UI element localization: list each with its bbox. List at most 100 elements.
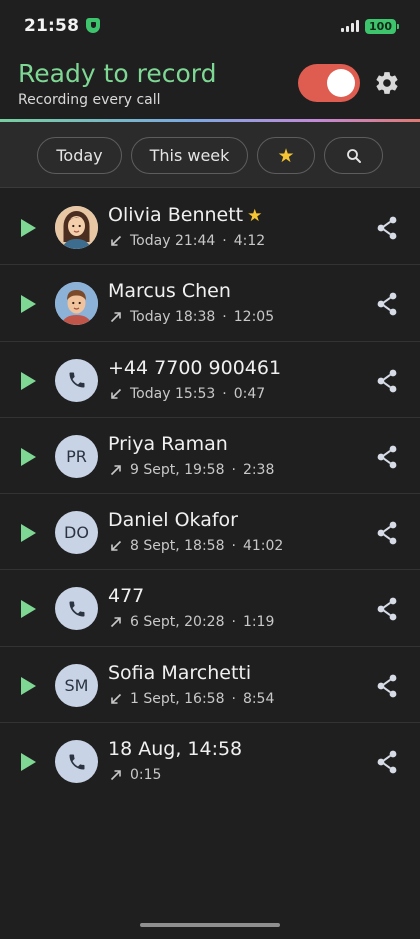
contact-name-text: 18 Aug, 14:58	[108, 738, 243, 761]
home-indicator[interactable]	[140, 923, 280, 927]
contact-name-text: Priya Raman	[108, 432, 228, 455]
call-duration: 0:15	[130, 767, 162, 784]
toggle-knob	[327, 69, 355, 97]
avatar[interactable]	[55, 587, 98, 631]
outgoing-call-icon	[110, 617, 121, 628]
avatar[interactable]: SM	[55, 663, 98, 707]
call-row[interactable]: Marcus Chen Today 18:38 · 12:05	[0, 265, 420, 342]
call-time: Today 15:53	[130, 385, 216, 402]
app-header: Ready to record Recording every call	[0, 56, 420, 120]
outgoing-call-icon	[110, 312, 121, 323]
call-meta: 8 Sept, 18:58 · 41:02	[110, 538, 283, 554]
filter-bar: Today This week ★	[0, 122, 420, 188]
call-row[interactable]: DO Daniel Okafor 8 Sept, 18:58 · 41:02	[0, 494, 420, 571]
signal-icon	[341, 20, 360, 32]
avatar-initials: PR	[66, 446, 87, 466]
share-icon[interactable]	[375, 596, 399, 622]
play-icon[interactable]	[21, 753, 36, 772]
filter-this-week-chip[interactable]: This week	[131, 137, 248, 174]
play-icon[interactable]	[21, 371, 36, 390]
call-meta: Today 21:44 · 4:12	[110, 233, 265, 249]
meta-separator: ·	[222, 233, 227, 249]
contact-photo	[55, 282, 98, 326]
contact-name: Olivia Bennett ★	[108, 204, 262, 226]
contact-name-text: Sofia Marchetti	[108, 661, 252, 684]
meta-separator: ·	[222, 309, 227, 326]
incoming-call-icon	[111, 693, 122, 704]
call-time: 9 Sept, 19:58	[130, 461, 225, 478]
call-duration: 1:19	[242, 614, 275, 631]
call-row[interactable]: Olivia Bennett ★ Today 21:44 · 4:12	[0, 189, 420, 266]
share-icon[interactable]	[375, 291, 399, 317]
search-icon	[346, 148, 361, 163]
incoming-call-icon	[111, 388, 122, 399]
avatar[interactable]: DO	[55, 511, 98, 555]
phone-icon	[69, 372, 84, 388]
contact-name: +44 7700 900461	[108, 357, 281, 379]
status-icons: 100	[341, 18, 399, 34]
filter-today-chip[interactable]: Today	[37, 137, 122, 174]
shield-icon	[86, 17, 101, 33]
phone-icon	[69, 601, 84, 617]
call-row[interactable]: +44 7700 900461 Today 15:53 · 0:47	[0, 342, 420, 418]
call-row[interactable]: 18 Aug, 14:58 0:15	[0, 723, 420, 799]
call-meta: 6 Sept, 20:28 · 1:19	[110, 614, 274, 630]
incoming-call-icon	[111, 235, 122, 246]
play-icon[interactable]	[21, 447, 36, 466]
contact-name-text: Marcus Chen	[108, 280, 231, 303]
share-icon[interactable]	[375, 749, 399, 775]
incoming-call-icon	[111, 541, 122, 551]
call-duration: 41:02	[242, 538, 284, 555]
call-row[interactable]: SM Sofia Marchetti 1 Sept, 16:58 · 8:54	[0, 647, 420, 724]
contact-name-text: +44 7700 900461	[108, 356, 282, 379]
avatar-initials: DO	[64, 523, 89, 543]
recording-toggle[interactable]	[298, 64, 360, 102]
share-icon[interactable]	[375, 444, 399, 470]
share-icon[interactable]	[375, 215, 399, 241]
play-icon[interactable]	[21, 524, 36, 543]
play-icon[interactable]	[21, 600, 36, 619]
call-duration: 4:12	[233, 233, 266, 249]
avatar[interactable]	[55, 206, 98, 249]
call-meta: 1 Sept, 16:58 · 8:54	[110, 691, 274, 707]
contact-name: Priya Raman	[108, 433, 228, 455]
play-icon[interactable]	[21, 676, 36, 695]
contact-name-text: Daniel Okafor	[108, 509, 238, 532]
avatar[interactable]: PR	[55, 434, 98, 478]
meta-separator: ·	[231, 538, 236, 555]
avatar[interactable]	[55, 358, 98, 402]
call-duration: 2:38	[242, 461, 275, 478]
status-time: 21:58	[24, 16, 80, 36]
play-icon[interactable]	[21, 295, 36, 314]
play-icon[interactable]	[21, 219, 36, 237]
star-icon: ★	[247, 206, 263, 226]
share-icon[interactable]	[375, 520, 399, 546]
call-meta: 9 Sept, 19:58 · 2:38	[110, 462, 274, 478]
call-duration: 0:47	[233, 385, 266, 402]
meta-separator: ·	[231, 690, 236, 707]
outgoing-call-icon	[110, 770, 121, 781]
call-row[interactable]: 477 6 Sept, 20:28 · 1:19	[0, 570, 420, 647]
contact-name: 18 Aug, 14:58	[108, 738, 242, 760]
call-time: 8 Sept, 18:58	[130, 538, 225, 555]
call-duration: 12:05	[233, 309, 275, 326]
call-row[interactable]: PR Priya Raman 9 Sept, 19:58 · 2:38	[0, 418, 420, 495]
battery-icon: 100	[365, 18, 399, 34]
avatar[interactable]	[55, 740, 98, 784]
gear-icon[interactable]	[374, 70, 400, 96]
contact-name: Sofia Marchetti	[108, 662, 251, 684]
call-time: 1 Sept, 16:58	[130, 690, 225, 707]
contact-name: 477	[108, 585, 144, 607]
avatar-initials: SM	[64, 675, 89, 695]
meta-separator: ·	[222, 385, 227, 402]
filter-starred-chip[interactable]: ★	[257, 137, 315, 174]
star-icon: ★	[277, 144, 295, 167]
share-icon[interactable]	[375, 673, 399, 699]
avatar[interactable]	[55, 282, 98, 326]
contact-name-text: 477	[108, 585, 145, 608]
outgoing-call-icon	[110, 465, 121, 475]
search-chip[interactable]	[324, 137, 383, 174]
meta-separator: ·	[231, 461, 236, 478]
share-icon[interactable]	[375, 368, 399, 394]
contact-name: Daniel Okafor	[108, 509, 238, 531]
